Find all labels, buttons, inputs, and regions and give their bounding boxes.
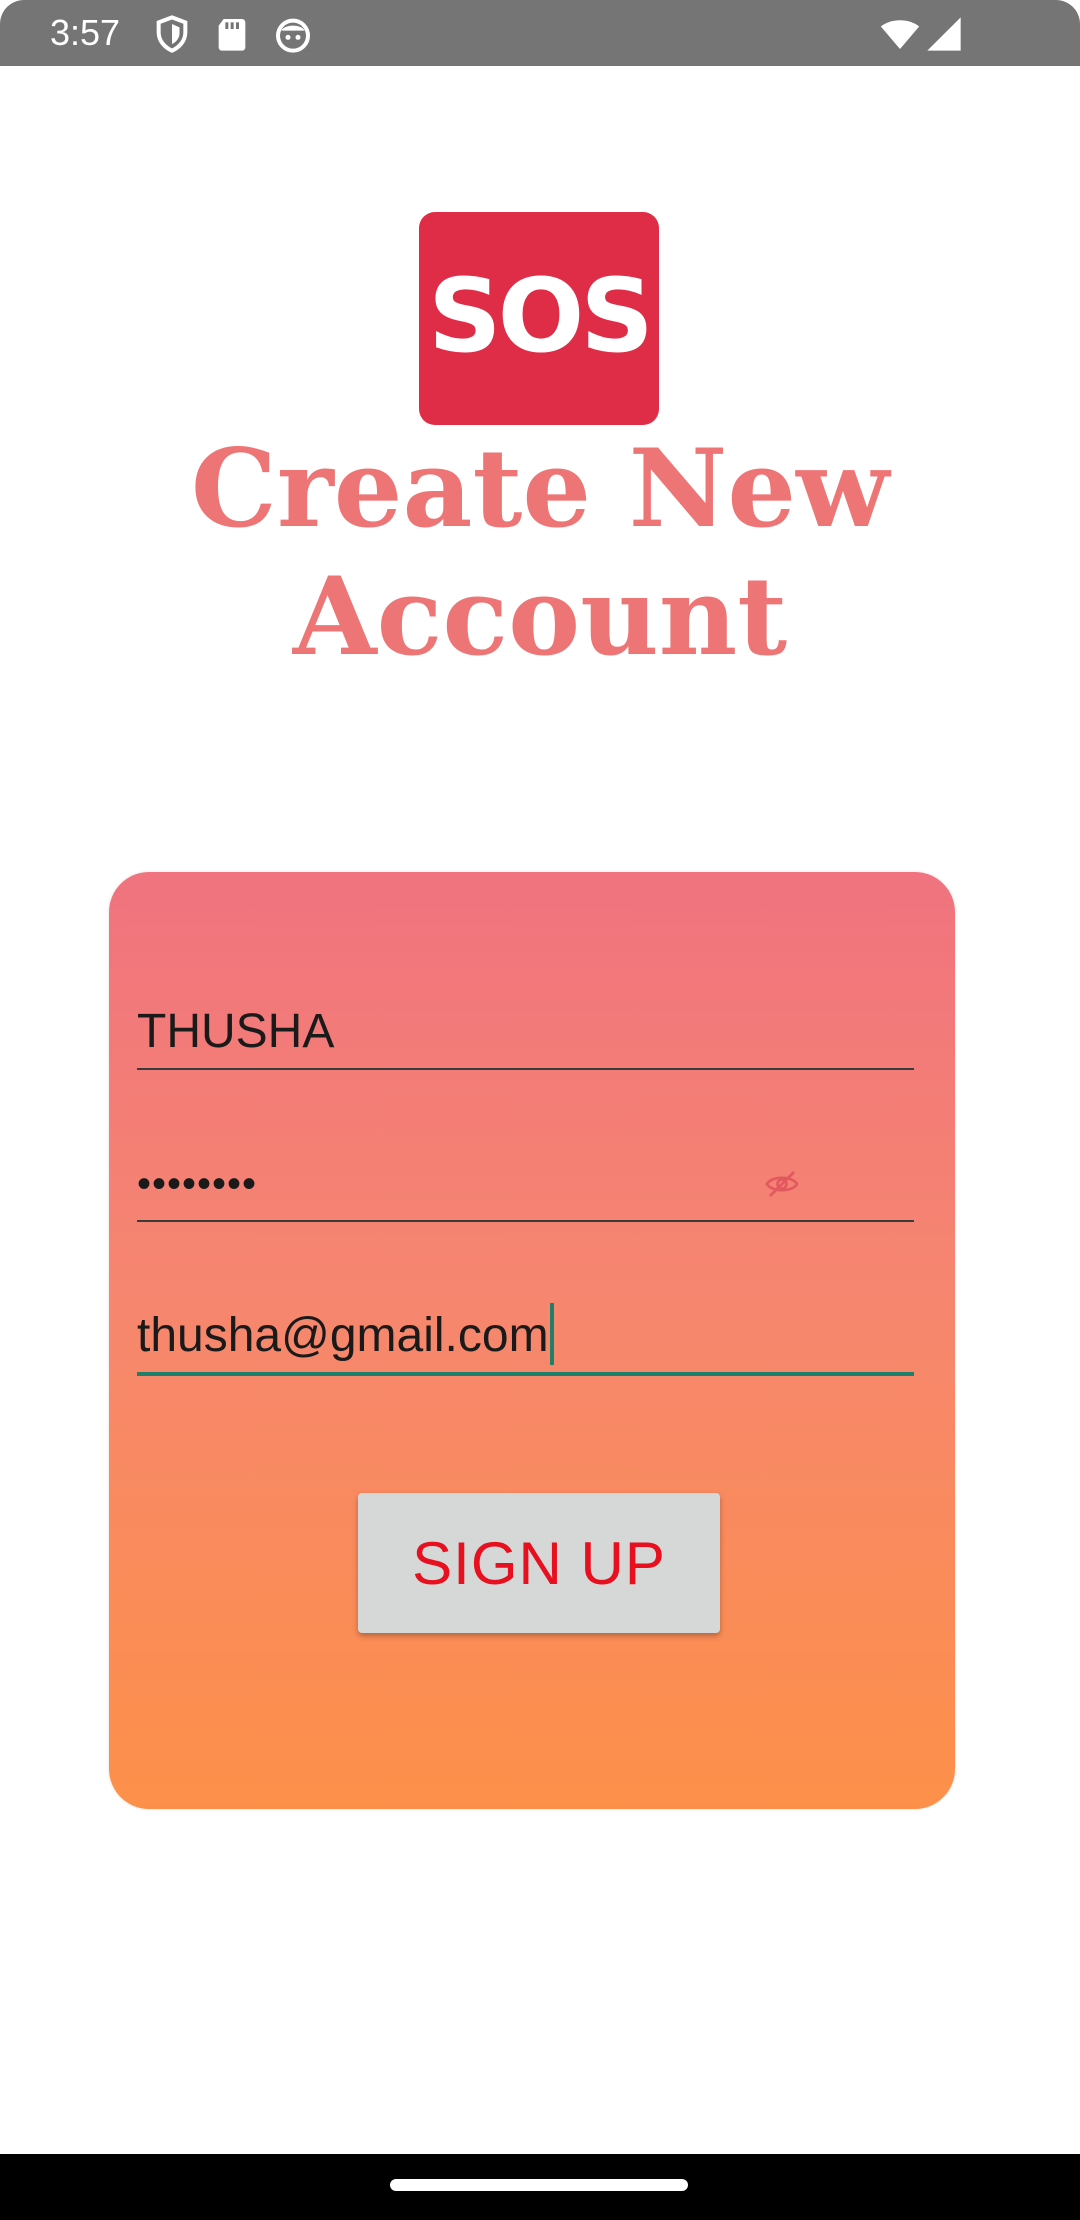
status-bar: 3:57 xyxy=(0,0,1080,66)
sd-card-icon xyxy=(212,14,252,54)
username-field[interactable]: THUSHA xyxy=(137,996,914,1070)
wifi-icon xyxy=(880,14,920,54)
page-title: Create New Account xyxy=(0,425,1080,681)
text-cursor xyxy=(549,1303,554,1366)
eye-off-icon[interactable] xyxy=(764,1166,800,1202)
android-face-icon xyxy=(273,14,313,54)
signal-icon xyxy=(924,14,964,54)
shield-icon xyxy=(152,14,192,54)
signup-form-card: THUSHA •••••••• thusha@gmail.com SIGN UP xyxy=(109,872,955,1809)
home-indicator[interactable] xyxy=(390,2179,688,2191)
page-title-line-2: Account xyxy=(292,554,788,680)
status-time: 3:57 xyxy=(50,12,121,53)
email-value: thusha@gmail.com xyxy=(137,1309,549,1362)
email-field[interactable]: thusha@gmail.com xyxy=(137,1298,914,1376)
sign-up-button[interactable]: SIGN UP xyxy=(358,1493,720,1633)
logo-text: SOS xyxy=(428,256,654,376)
page-title-line-1: Create New xyxy=(190,426,890,552)
app-logo: SOS xyxy=(419,212,659,425)
username-value: THUSHA xyxy=(137,1005,335,1058)
